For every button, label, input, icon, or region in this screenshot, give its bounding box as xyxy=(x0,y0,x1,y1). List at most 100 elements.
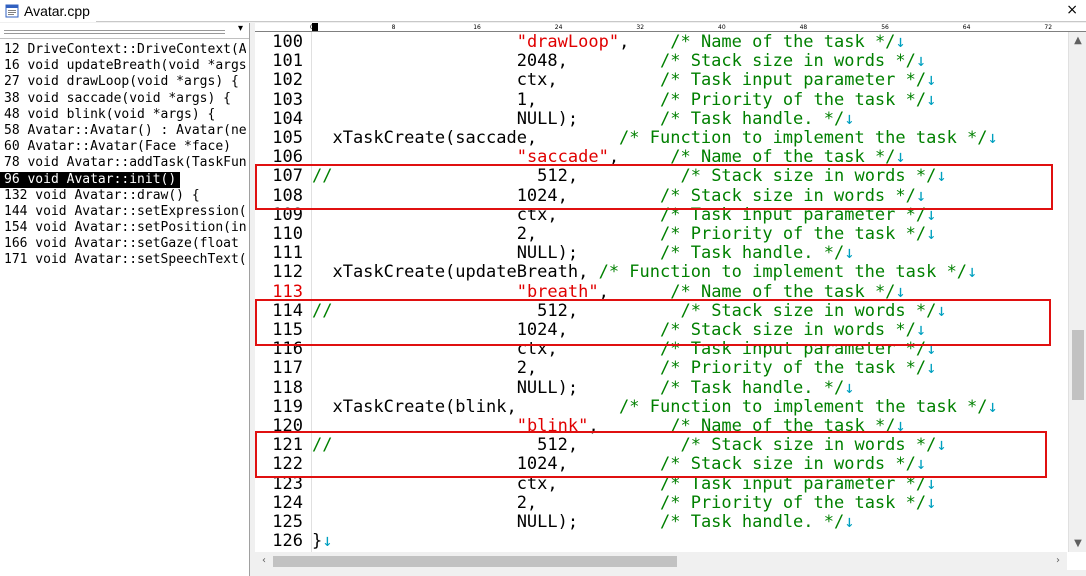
line-end-icon: ↓ xyxy=(844,243,855,264)
scroll-right-icon[interactable]: › xyxy=(1049,552,1067,570)
file-tab[interactable]: Avatar.cpp xyxy=(0,0,96,22)
function-list-item[interactable]: 58 Avatar::Avatar() : Avatar(new F xyxy=(0,123,246,139)
code-line[interactable]: 124 2, /* Priority of the task */↓ xyxy=(255,492,1067,513)
function-list-item[interactable]: 96 void Avatar::init() { xyxy=(0,171,180,188)
code-line[interactable]: 102 ctx, /* Task input parameter */↓ xyxy=(255,71,1067,90)
line-number: 102 xyxy=(272,70,303,91)
line-end-icon: ↓ xyxy=(926,89,937,110)
comment-text: /* Task handle. */ xyxy=(660,512,845,532)
line-end-icon: ↓ xyxy=(844,377,855,398)
code-line[interactable]: 104 NULL); /* Task handle. */↓ xyxy=(255,108,1067,129)
function-list-item[interactable]: 12 DriveContext::DriveContext(Avat xyxy=(0,42,246,58)
vertical-scrollbar[interactable]: ▲ ▼ xyxy=(1068,32,1086,552)
comment-text: /* Task input parameter */ xyxy=(660,70,927,91)
function-list-item[interactable]: 27 void drawLoop(void *args) { xyxy=(0,74,246,90)
vertical-scroll-thumb[interactable] xyxy=(1072,330,1084,400)
code-line[interactable]: 119 xTaskCreate(blink, /* Function to im… xyxy=(255,396,1067,417)
ruler-tick-label: 32 xyxy=(636,24,645,31)
line-end-icon: ↓ xyxy=(926,224,937,244)
ruler-tick-label: 16 xyxy=(473,24,481,31)
function-list-item[interactable]: 78 void Avatar::addTask(TaskFunct xyxy=(0,155,246,171)
code-text: ctx, /* Task input parameter */↓ xyxy=(312,70,937,91)
horizontal-scroll-thumb[interactable] xyxy=(273,556,677,567)
code-text: xTaskCreate(saccade, /* Function to impl… xyxy=(312,128,998,148)
highlight-box xyxy=(255,164,1053,210)
function-list-item[interactable]: 171 void Avatar::setSpeechText(cons xyxy=(0,252,246,268)
code-line[interactable]: 125 NULL); /* Task handle. */↓ xyxy=(255,513,1067,532)
scroll-down-icon[interactable]: ▼ xyxy=(1069,535,1086,552)
code-text: 2048, /* Stack size in words */↓ xyxy=(312,52,926,71)
line-end-icon: ↓ xyxy=(967,262,978,283)
function-list-item[interactable]: 144 void Avatar::setExpression(Expr xyxy=(0,204,246,220)
scroll-left-icon[interactable]: ‹ xyxy=(255,552,273,570)
comment-text: /* Task handle. */ xyxy=(660,108,845,129)
code-line[interactable]: 100 "drawLoop", /* Name of the task */↓ xyxy=(255,33,1067,52)
function-list-item[interactable]: 48 void blink(void *args) { xyxy=(0,107,246,123)
code-token: ctx, xyxy=(312,70,660,91)
code-text: 1, /* Priority of the task */↓ xyxy=(312,89,937,110)
comment-text: /* Priority of the task */ xyxy=(660,358,927,379)
function-list-item[interactable]: 166 void Avatar::setGaze(float vert xyxy=(0,236,246,252)
line-end-icon: ↓ xyxy=(915,51,927,72)
code-token: 1, xyxy=(312,89,660,110)
scroll-up-icon[interactable]: ▲ xyxy=(1069,32,1086,49)
code-line[interactable]: 110 2, /* Priority of the task */↓ xyxy=(255,225,1067,244)
code-text: NULL); /* Task handle. */↓ xyxy=(312,377,855,398)
code-token: xTaskCreate(blink, xyxy=(312,396,620,417)
line-number: 112 xyxy=(272,262,303,283)
ruler-tick-label: 48 xyxy=(799,24,808,31)
code-text: NULL); /* Task handle. */↓ xyxy=(312,512,855,532)
code-token: } xyxy=(312,531,323,552)
code-text: 2, /* Priority of the task */↓ xyxy=(312,358,937,379)
chevron-down-icon[interactable]: ▾ xyxy=(238,23,243,34)
line-number: 126 xyxy=(272,531,303,552)
code-line[interactable]: 117 2, /* Priority of the task */↓ xyxy=(255,359,1067,378)
function-list-item[interactable]: 154 void Avatar::setPosition(int to xyxy=(0,220,246,236)
code-line[interactable]: 112 xTaskCreate(updateBreath, /* Functio… xyxy=(255,263,1067,282)
function-list-item[interactable]: 16 void updateBreath(void *args) xyxy=(0,58,246,74)
code-token: NULL); xyxy=(312,377,660,398)
comment-text: /* Task handle. */ xyxy=(660,243,845,264)
comment-text: /* Function to implement the task */ xyxy=(619,128,988,148)
code-token: 2, xyxy=(312,492,660,513)
function-list-item[interactable]: 60 Avatar::Avatar(Face *face) xyxy=(0,139,246,155)
comment-text: /* Task handle. */ xyxy=(660,377,845,398)
function-list-header: ▾ xyxy=(0,23,249,39)
code-line[interactable]: 111 NULL); /* Task handle. */↓ xyxy=(255,244,1067,263)
ruler-tick-label: 40 xyxy=(718,24,726,31)
function-list-item[interactable]: 38 void saccade(void *args) { xyxy=(0,91,246,107)
string-literal: "drawLoop" xyxy=(516,32,620,52)
code-text: 2, /* Priority of the task */↓ xyxy=(312,492,937,513)
code-text: NULL); /* Task handle. */↓ xyxy=(312,243,855,264)
code-text: NULL); /* Task handle. */↓ xyxy=(312,108,855,129)
line-end-icon: ↓ xyxy=(926,70,937,91)
code-editor[interactable]: 0 8 16 24 32 40 48 56 64 72 100 "drawLoop", /* Na… xyxy=(255,23,1086,576)
line-number: 119 xyxy=(272,396,303,417)
comment-text: /* Function to implement the task */ xyxy=(598,262,968,283)
line-end-icon: ↓ xyxy=(844,108,855,129)
code-line[interactable]: 103 1, /* Priority of the task */↓ xyxy=(255,89,1067,110)
comment-text: /* Name of the task */ xyxy=(670,32,896,52)
code-token: NULL); xyxy=(312,512,660,532)
line-end-icon: ↓ xyxy=(322,531,333,552)
function-list-item[interactable]: 132 void Avatar::draw() { xyxy=(0,188,246,204)
code-line[interactable]: 105 xTaskCreate(saccade, /* Function to … xyxy=(255,129,1067,148)
code-token: NULL); xyxy=(312,108,660,129)
line-number: 110 xyxy=(272,224,303,244)
line-end-icon: ↓ xyxy=(987,128,998,148)
code-line[interactable]: 101 2048, /* Stack size in words */↓ xyxy=(255,52,1067,71)
horizontal-scrollbar[interactable]: ‹ › xyxy=(255,552,1067,570)
code-line[interactable]: 118 NULL); /* Task handle. */↓ xyxy=(255,377,1067,398)
comment-text: /* Priority of the task */ xyxy=(660,224,927,244)
line-number: 101 xyxy=(272,51,303,72)
code-line[interactable]: 126}↓ xyxy=(255,532,1067,551)
line-end-icon: ↓ xyxy=(844,512,855,532)
code-text: 2, /* Priority of the task */↓ xyxy=(312,224,937,244)
line-number: 100 xyxy=(272,32,303,52)
code-text: }↓ xyxy=(312,532,333,551)
close-icon[interactable]: × xyxy=(1066,2,1078,18)
code-token: 2048, xyxy=(312,51,660,72)
line-number: 104 xyxy=(272,108,303,129)
file-icon xyxy=(5,4,19,18)
line-number: 117 xyxy=(272,358,303,379)
